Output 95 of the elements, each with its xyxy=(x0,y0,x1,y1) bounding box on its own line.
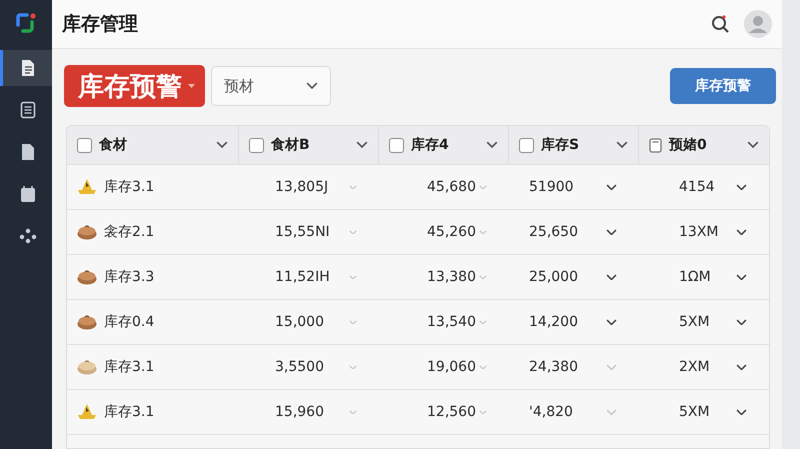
checkbox[interactable] xyxy=(389,138,404,152)
alert-button[interactable]: 库存预警 xyxy=(670,68,776,104)
bun-icon xyxy=(77,359,97,375)
column-header[interactable]: 预媎0 xyxy=(639,126,769,164)
table-cell: 衾存2.1 xyxy=(104,223,154,241)
table-row[interactable]: 库存0.4 15,000 13,540 14,200 5XM xyxy=(67,300,769,345)
chevron-down-icon xyxy=(736,318,747,326)
table-row[interactable]: 库存3.1 3,5500 19,060 24,380 2XM xyxy=(67,345,769,390)
chevron-down-icon xyxy=(356,141,368,149)
app-logo xyxy=(15,12,37,34)
table-cell: 1ΩM xyxy=(679,269,711,285)
chevron-down-icon xyxy=(747,141,759,149)
chevron-down-icon xyxy=(486,141,498,149)
chevron-down-icon xyxy=(349,410,357,414)
checkbox[interactable] xyxy=(249,138,264,152)
table-cell: 15,55NI xyxy=(275,224,330,240)
table-cell: 2XM xyxy=(679,359,710,375)
table-row[interactable]: 衾存2.1 15,55NI 45,260 25,650 13XM xyxy=(67,210,769,255)
table-cell: 25,000 xyxy=(529,269,578,285)
chevron-down-icon xyxy=(736,364,747,370)
chevron-down-icon xyxy=(606,364,617,370)
chevron-down-icon xyxy=(349,230,357,234)
table-cell: 库存3.1 xyxy=(104,358,154,376)
alert-menu-button[interactable]: 库存预警 xyxy=(64,65,205,107)
table-cell: 12,560 xyxy=(427,404,476,420)
chevron-down-icon xyxy=(606,408,617,416)
chevron-down-icon xyxy=(479,410,487,414)
chevron-down-icon xyxy=(606,274,617,280)
table-cell: 15,000 xyxy=(275,314,324,330)
chevron-down-icon xyxy=(479,184,487,190)
chevron-down-icon xyxy=(616,141,628,149)
table-cell: 14,200 xyxy=(529,314,578,330)
table-cell: 13,805J xyxy=(275,179,328,195)
table-row[interactable]: 库存3.1 13,805J 45,680 51900 4154 xyxy=(67,165,769,210)
table-cell: '4,820 xyxy=(529,404,573,420)
chevron-down-icon xyxy=(349,184,357,190)
bun-icon xyxy=(77,269,97,285)
chevron-down-icon xyxy=(479,230,487,234)
chevron-down-icon xyxy=(349,364,357,370)
table-cell: 19,060 xyxy=(427,359,476,375)
chevron-down-icon xyxy=(736,228,747,236)
table-cell: 13XM xyxy=(679,224,718,240)
table-cell: 3,5500 xyxy=(275,359,324,375)
chevron-down-icon xyxy=(349,274,357,280)
note-icon xyxy=(649,138,662,152)
chevron-down-icon xyxy=(736,184,747,190)
bun-icon xyxy=(77,314,97,330)
chevron-down-icon xyxy=(606,184,617,190)
table-row[interactable]: 库存3.1 15,960 12,560 '4,820 5XM xyxy=(67,390,769,435)
table-cell: 45,680 xyxy=(427,179,476,195)
bun-icon xyxy=(77,224,97,240)
table-cell: 5XM xyxy=(679,314,710,330)
list-icon xyxy=(20,101,36,119)
search-icon xyxy=(710,14,730,34)
chevron-down-icon xyxy=(479,364,487,370)
file-icon xyxy=(20,143,34,161)
table-row[interactable]: 库存3.3 11,52IH 13,380 25,000 1ΩM xyxy=(67,255,769,300)
chevron-down-icon xyxy=(736,408,747,416)
table-cell: 库存3.1 xyxy=(104,403,154,421)
chevron-down-icon xyxy=(736,274,747,280)
table-cell: 11,52IH xyxy=(275,269,330,285)
category-select[interactable]: 预材 xyxy=(211,66,331,106)
dots-icon xyxy=(18,228,36,244)
sidebar-item[interactable] xyxy=(0,50,52,86)
caret-icon xyxy=(188,84,195,88)
chevron-down-icon xyxy=(479,274,487,280)
table-cell: 库存0.4 xyxy=(104,313,154,331)
table-cell: 库存3.1 xyxy=(104,178,154,196)
table-cell: 25,650 xyxy=(529,224,578,240)
table-cell: 24,380 xyxy=(529,359,578,375)
chevron-down-icon xyxy=(216,141,228,149)
checkbox[interactable] xyxy=(519,138,534,152)
chevron-down-icon xyxy=(606,228,617,236)
column-header[interactable]: 食材B xyxy=(239,126,379,164)
column-header[interactable]: 食材 xyxy=(67,126,239,164)
checkbox[interactable] xyxy=(77,138,92,152)
table-cell: 13,380 xyxy=(427,269,476,285)
user-avatar-icon xyxy=(744,10,772,38)
chevron-down-icon xyxy=(479,320,487,324)
table-cell: 15,960 xyxy=(275,404,324,420)
page-title: 库存管理 xyxy=(62,12,139,37)
chevron-down-icon xyxy=(606,318,617,326)
search-button[interactable] xyxy=(710,14,730,34)
chevron-down-icon xyxy=(306,82,318,90)
table-cell: 库存3.3 xyxy=(104,268,154,286)
table-cell: 13,540 xyxy=(427,314,476,330)
calendar-icon xyxy=(20,185,36,203)
table-cell: 4154 xyxy=(679,179,715,195)
table-cell: 51900 xyxy=(529,179,574,195)
document-icon xyxy=(20,59,36,77)
table-cell: 5XM xyxy=(679,404,710,420)
column-header[interactable]: 库存S xyxy=(509,126,639,164)
column-header[interactable]: 库存4 xyxy=(379,126,509,164)
chevron-down-icon xyxy=(349,320,357,324)
table-cell: 45,260 xyxy=(427,224,476,240)
